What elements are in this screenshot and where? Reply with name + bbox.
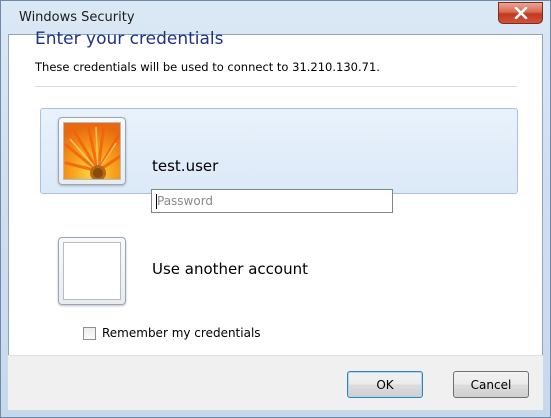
remember-credentials-label[interactable]: Remember my credentials <box>102 326 261 340</box>
window-title: Windows Security <box>19 10 135 25</box>
divider <box>35 86 517 87</box>
user-avatar[interactable] <box>58 117 126 185</box>
close-icon <box>514 7 527 19</box>
password-field[interactable] <box>151 189 393 213</box>
dialog-heading: Enter your credentials <box>35 29 224 49</box>
use-another-account-label[interactable]: Use another account <box>152 260 308 278</box>
close-button[interactable] <box>498 2 543 24</box>
ok-button[interactable]: OK <box>347 371 423 398</box>
dialog-subtext: These credentials will be used to connec… <box>35 60 380 74</box>
text-caret <box>156 194 157 209</box>
flower-avatar-icon <box>64 123 120 179</box>
remember-credentials-checkbox[interactable] <box>83 327 96 340</box>
cancel-button[interactable]: Cancel <box>453 371 529 398</box>
other-account-avatar[interactable] <box>58 237 126 305</box>
blank-avatar-icon <box>63 242 121 300</box>
user-name: test.user <box>152 157 219 175</box>
dialog-content <box>8 34 543 410</box>
